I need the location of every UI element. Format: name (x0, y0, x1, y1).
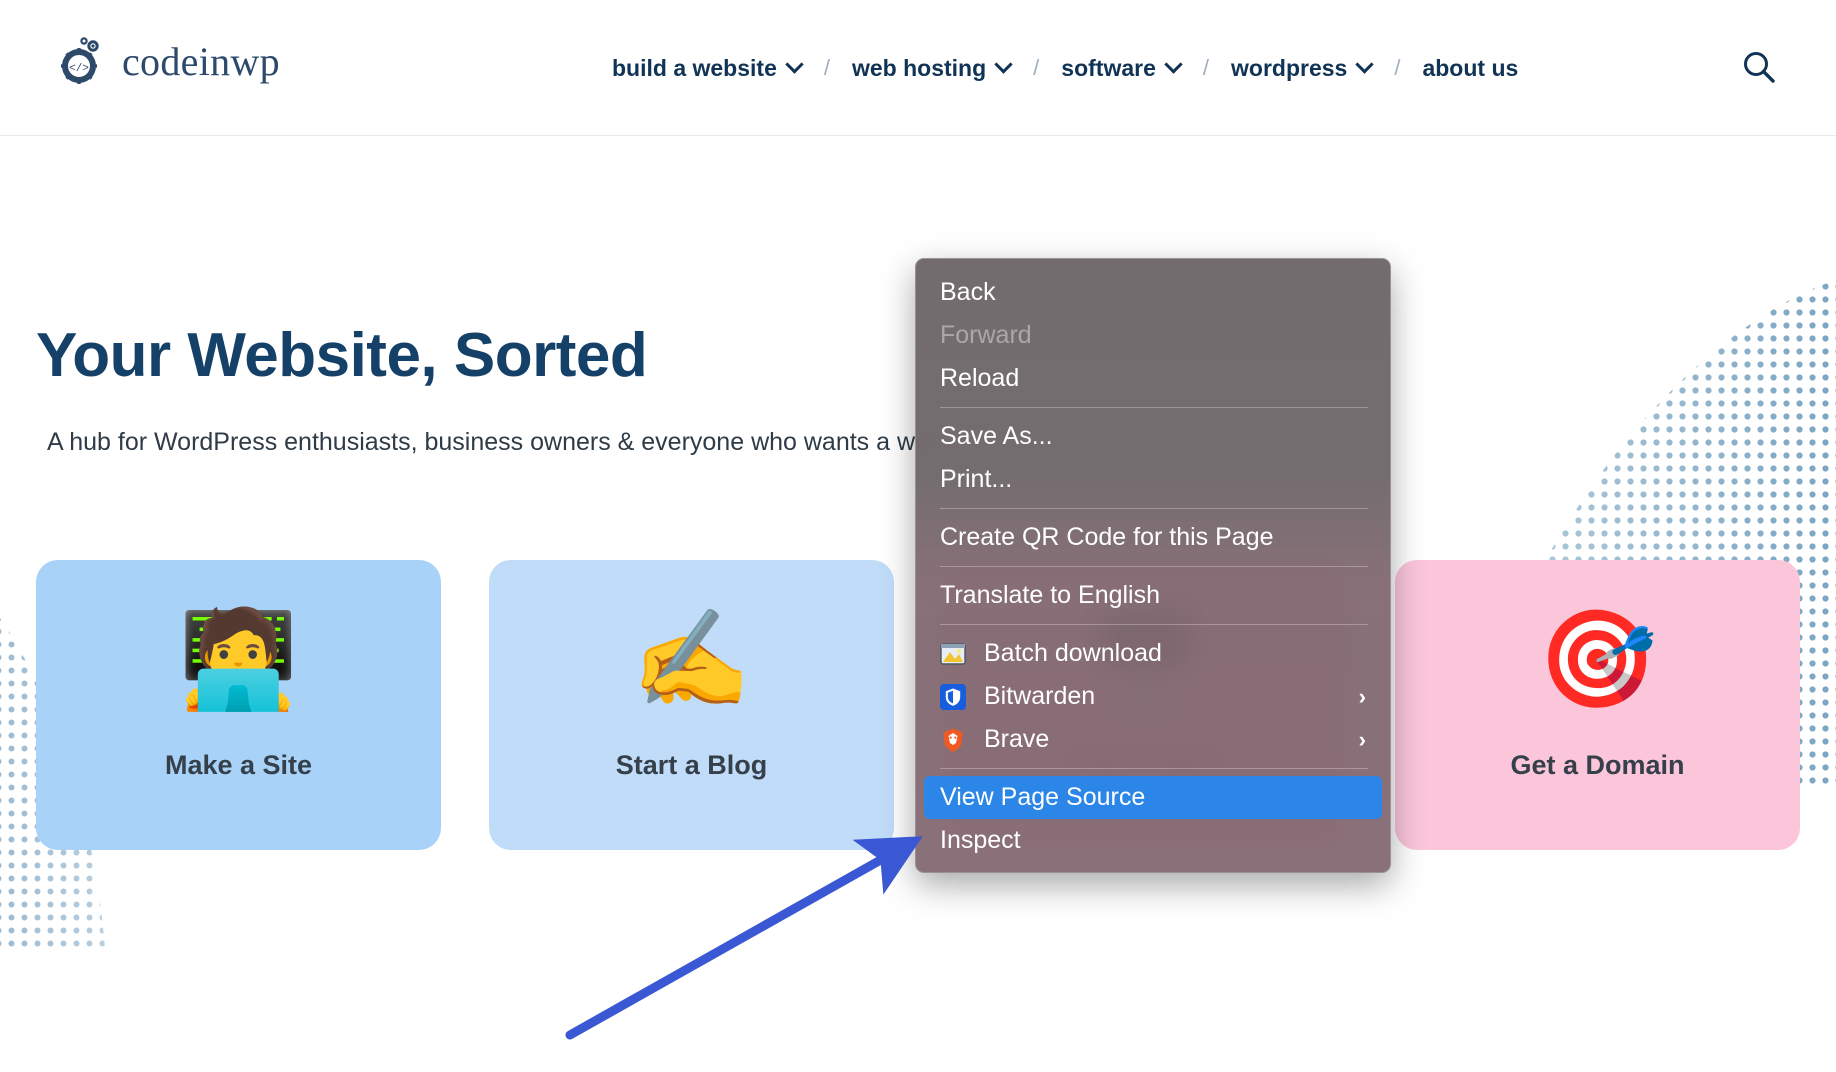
card-make-a-site[interactable]: 🧑‍💻 Make a Site (36, 560, 441, 850)
chevron-down-icon (997, 58, 1011, 72)
context-menu-item-inspect[interactable]: Inspect (916, 819, 1390, 862)
context-menu-item-back[interactable]: Back (916, 271, 1390, 314)
gear-code-logo-icon: </> (60, 34, 110, 89)
context-menu-item-reload[interactable]: Reload (916, 357, 1390, 400)
bitwarden-shield-icon (940, 684, 970, 710)
brave-lion-icon (940, 727, 970, 753)
main-navigation: build a website / web hosting / software… (612, 0, 1518, 136)
site-logo[interactable]: </> codeinwp (60, 34, 280, 89)
nav-item-web-hosting[interactable]: web hosting (852, 55, 1011, 82)
card-start-a-blog[interactable]: ✍️ Start a Blog (489, 560, 894, 850)
svg-text:</>: </> (69, 63, 89, 75)
context-menu-item-translate[interactable]: Translate to English (916, 574, 1390, 617)
batch-download-extension-icon (940, 641, 970, 667)
nav-label: software (1061, 55, 1156, 82)
nav-separator: / (1394, 55, 1400, 81)
logo-wordmark: codeinwp (122, 38, 280, 85)
context-menu-separator (940, 768, 1368, 769)
nav-item-build-a-website[interactable]: build a website (612, 55, 802, 82)
chevron-down-icon (1167, 58, 1181, 72)
nav-item-about-us[interactable]: about us (1422, 55, 1518, 82)
nav-item-wordpress[interactable]: wordpress (1231, 55, 1372, 82)
nav-label: wordpress (1231, 55, 1347, 82)
chevron-down-icon (1358, 58, 1372, 72)
chevron-right-icon: › (1359, 684, 1372, 710)
card-get-a-domain[interactable]: 🎯 Get a Domain (1395, 560, 1800, 850)
nav-separator: / (824, 55, 830, 81)
context-menu-item-batch-download[interactable]: Batch download (916, 632, 1390, 675)
technologist-icon: 🧑‍💻 (179, 612, 299, 708)
browser-context-menu[interactable]: Back Forward Reload Save As... Print... … (915, 258, 1391, 873)
search-icon[interactable] (1742, 50, 1776, 89)
dart-target-icon: 🎯 (1538, 612, 1658, 708)
context-menu-item-create-qr-code[interactable]: Create QR Code for this Page (916, 516, 1390, 559)
card-label: Get a Domain (1510, 750, 1684, 781)
context-menu-item-brave[interactable]: Brave › (916, 718, 1390, 761)
nav-label: about us (1422, 55, 1518, 82)
nav-label: build a website (612, 55, 777, 82)
context-menu-item-view-page-source[interactable]: View Page Source (924, 776, 1382, 819)
context-menu-item-save-as[interactable]: Save As... (916, 415, 1390, 458)
page-title: Your Website, Sorted (36, 320, 647, 391)
context-menu-separator (940, 407, 1368, 408)
nav-separator: / (1033, 55, 1039, 81)
context-menu-separator (940, 566, 1368, 567)
writing-hand-icon: ✍️ (632, 612, 752, 708)
card-label: Start a Blog (616, 750, 768, 781)
page-subtitle: A hub for WordPress enthusiasts, busines… (47, 428, 982, 457)
page-root: </> codeinwp build a website / web hosti… (0, 0, 1836, 1072)
context-menu-separator (940, 508, 1368, 509)
nav-separator: / (1203, 55, 1209, 81)
context-menu-separator (940, 624, 1368, 625)
chevron-down-icon (788, 58, 802, 72)
site-header: </> codeinwp build a website / web hosti… (0, 0, 1836, 136)
context-menu-item-bitwarden[interactable]: Bitwarden › (916, 675, 1390, 718)
card-label: Make a Site (165, 750, 312, 781)
context-menu-item-print[interactable]: Print... (916, 458, 1390, 501)
nav-item-software[interactable]: software (1061, 55, 1181, 82)
chevron-right-icon: › (1359, 727, 1372, 753)
nav-label: web hosting (852, 55, 986, 82)
context-menu-item-forward: Forward (916, 314, 1390, 357)
